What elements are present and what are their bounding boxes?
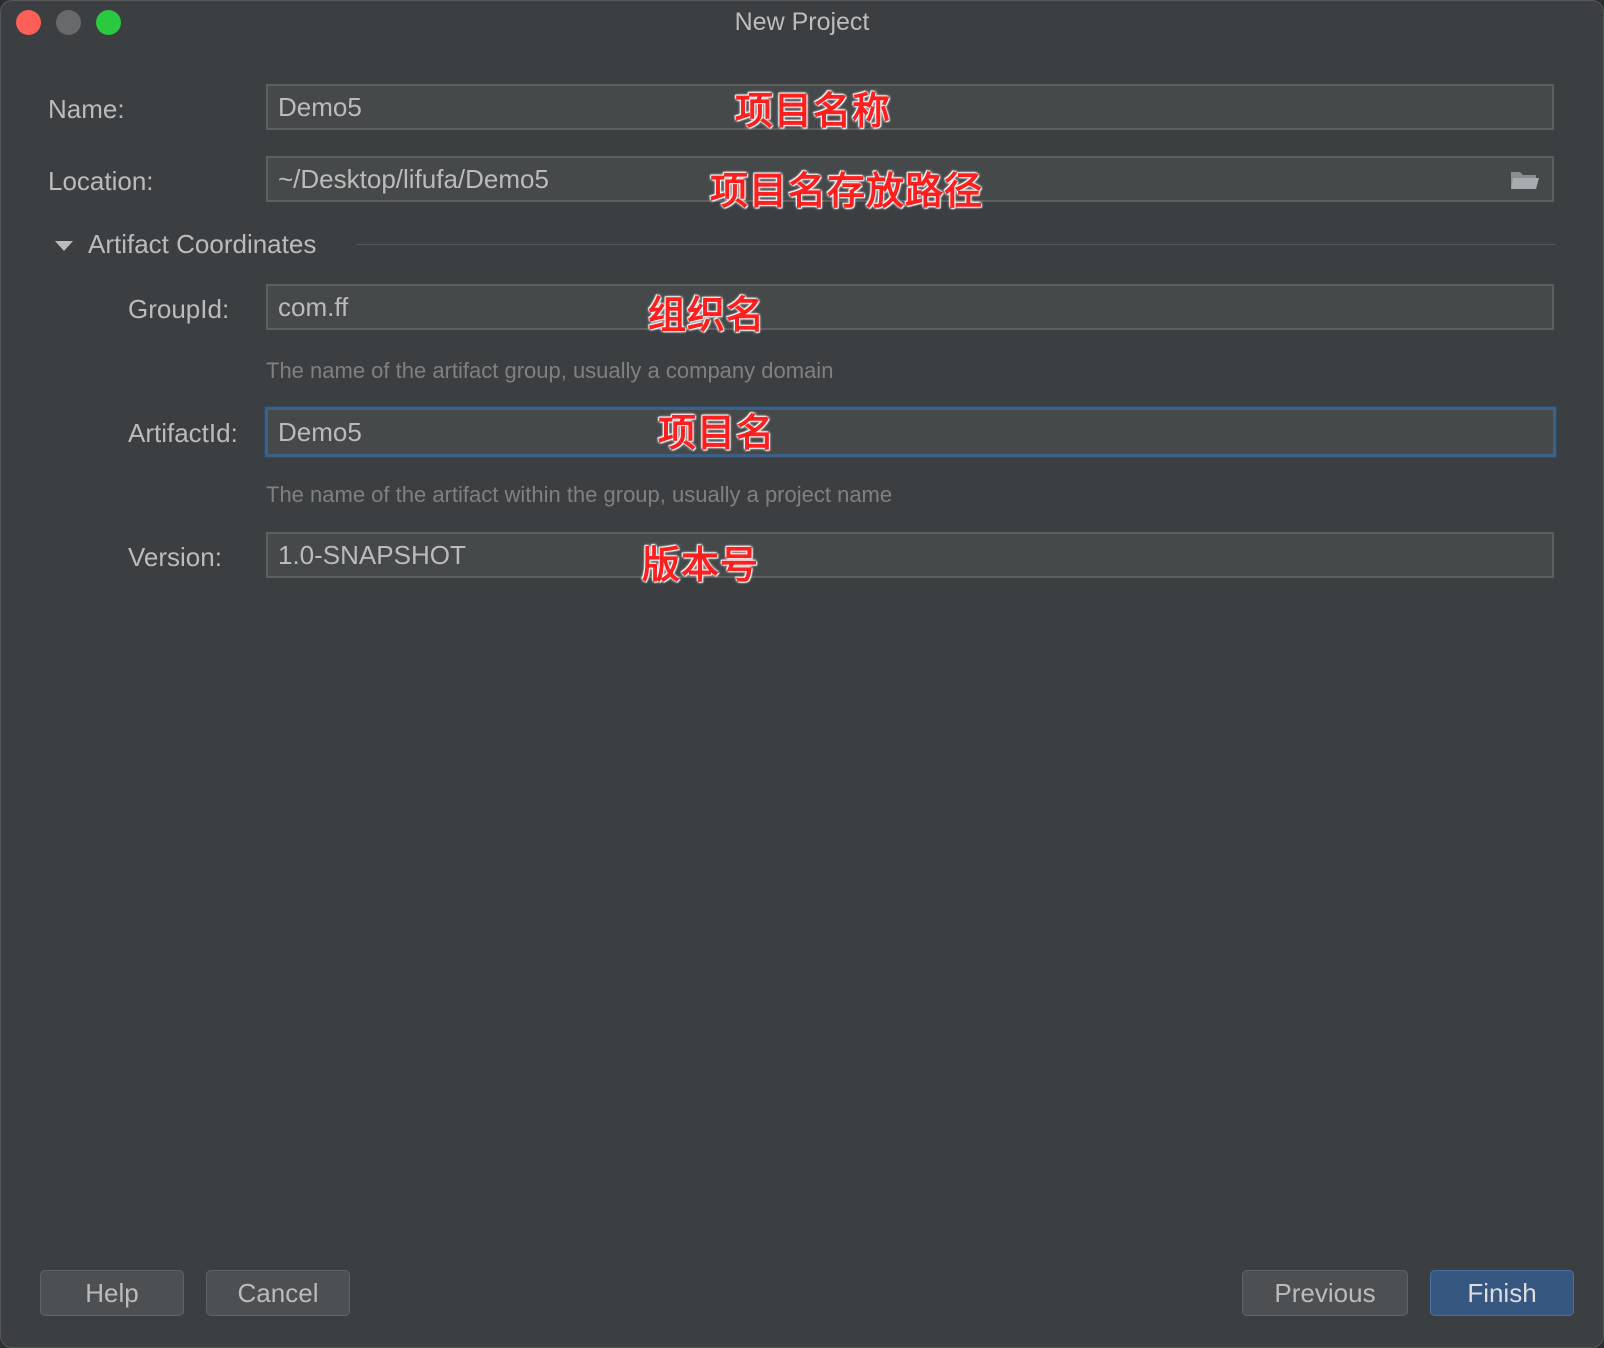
window-title: New Project	[734, 8, 870, 36]
name-annotation: 项目名称	[735, 89, 892, 133]
new-project-dialog: New Project Name: 项目名称 Location: 项目名存放路径…	[0, 0, 1604, 1348]
groupid-label: GroupId:	[128, 294, 230, 324]
expand-triangle-icon[interactable]	[54, 238, 74, 254]
finish-button[interactable]: Finish	[1430, 1270, 1574, 1316]
artifactid-label: ArtifactId:	[128, 418, 238, 448]
artifactid-annotation: 项目名	[658, 411, 776, 455]
folder-icon[interactable]	[1510, 169, 1540, 191]
version-annotation: 版本号	[642, 543, 760, 587]
help-button[interactable]: Help	[40, 1270, 184, 1316]
version-field[interactable]	[266, 532, 1554, 578]
artifactid-field[interactable]	[265, 407, 1556, 457]
title-bar: New Project	[0, 0, 1604, 46]
cancel-button[interactable]: Cancel	[206, 1270, 350, 1316]
groupid-annotation: 组织名	[648, 293, 766, 337]
name-label: Name:	[48, 94, 125, 124]
artifactid-input[interactable]	[268, 410, 1553, 454]
groupid-input[interactable]	[268, 286, 1552, 328]
previous-button[interactable]: Previous	[1242, 1270, 1408, 1316]
location-label: Location:	[48, 166, 154, 196]
groupid-hint: The name of the artifact group, usually …	[266, 358, 834, 383]
name-field[interactable]	[266, 84, 1554, 130]
version-input[interactable]	[268, 534, 1552, 576]
version-label: Version:	[128, 542, 222, 572]
name-input[interactable]	[268, 86, 1552, 128]
artifactid-hint: The name of the artifact within the grou…	[266, 482, 893, 507]
section-divider	[356, 244, 1556, 245]
groupid-field[interactable]	[266, 284, 1554, 330]
artifact-coordinates-title[interactable]: Artifact Coordinates	[88, 229, 316, 260]
location-annotation: 项目名存放路径	[710, 169, 984, 213]
